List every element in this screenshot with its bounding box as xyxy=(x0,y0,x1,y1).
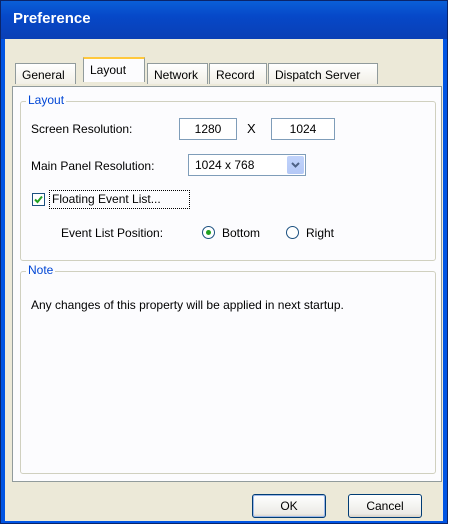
position-bottom-radio[interactable] xyxy=(202,226,215,239)
tab-layout-label: Layout xyxy=(90,63,127,77)
screen-resolution-label: Screen Resolution: xyxy=(31,122,133,136)
screen-height-input[interactable]: 1024 xyxy=(271,118,335,140)
tab-network[interactable]: Network xyxy=(147,63,208,84)
tab-record-label: Record xyxy=(216,68,255,82)
floating-event-list-focus: Floating Event List... xyxy=(49,190,190,209)
resolution-separator: X xyxy=(247,121,256,136)
tab-general[interactable]: General xyxy=(15,63,76,84)
checkmark-icon xyxy=(34,195,43,204)
window-title: Preference xyxy=(13,10,91,27)
position-right-radio[interactable] xyxy=(286,226,299,239)
position-right-label[interactable]: Right xyxy=(306,226,334,240)
screen-width-input[interactable]: 1280 xyxy=(179,118,237,140)
note-group: Note Any changes of this property will b… xyxy=(20,263,436,474)
tab-dispatch-server[interactable]: Dispatch Server xyxy=(268,63,378,84)
tab-network-label: Network xyxy=(154,68,199,82)
tab-general-label: General xyxy=(22,68,65,82)
chevron-down-icon xyxy=(291,162,300,168)
main-panel-resolution-value: 1024 x 768 xyxy=(195,158,255,172)
tab-layout[interactable]: Layout xyxy=(83,57,145,82)
main-panel-resolution-select[interactable]: 1024 x 768 xyxy=(188,154,306,176)
event-list-position-label: Event List Position: xyxy=(61,226,164,240)
dropdown-button[interactable] xyxy=(287,156,304,174)
note-text: Any changes of this property will be app… xyxy=(31,298,344,312)
tab-dispatch-server-label: Dispatch Server xyxy=(275,68,361,82)
preference-window: Preference General Layout Network Record… xyxy=(0,0,448,524)
cancel-button[interactable]: Cancel xyxy=(348,494,422,518)
floating-event-list-label[interactable]: Floating Event List... xyxy=(52,192,161,206)
position-bottom-label[interactable]: Bottom xyxy=(222,226,260,240)
ok-button[interactable]: OK xyxy=(252,494,326,518)
note-group-legend: Note xyxy=(26,263,56,277)
layout-group: Layout Screen Resolution: 1280 X 1024 Ma… xyxy=(20,93,436,261)
tab-record[interactable]: Record xyxy=(209,63,267,84)
title-bar[interactable]: Preference xyxy=(1,1,447,39)
main-panel-resolution-label: Main Panel Resolution: xyxy=(31,159,155,173)
layout-group-legend: Layout xyxy=(26,93,67,107)
layout-tab-panel: Layout Screen Resolution: 1280 X 1024 Ma… xyxy=(12,86,442,482)
radio-selected-dot xyxy=(206,230,211,235)
floating-event-list-checkbox[interactable] xyxy=(32,193,45,206)
